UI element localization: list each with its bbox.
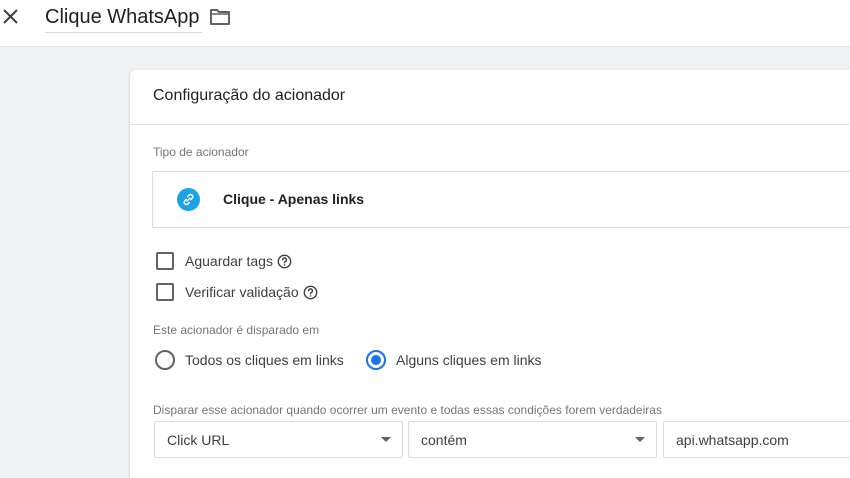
condition-label: Disparar esse acionador quando ocorrer u… [153, 403, 662, 417]
card-title: Configuração do acionador [153, 87, 346, 104]
dropdown-arrow-icon [635, 437, 645, 442]
wait-tags-label: Aguardar tags [185, 253, 273, 269]
trigger-name: Clique WhatsApp [45, 6, 200, 28]
dropdown-arrow-icon [381, 437, 391, 442]
variable-select[interactable]: Click URL [154, 421, 403, 458]
variable-select-value: Click URL [167, 432, 230, 448]
fires-on-label: Este acionador é disparado em [153, 323, 320, 337]
wait-tags-checkbox[interactable] [156, 252, 174, 270]
operator-select-value: contém [421, 432, 467, 448]
operator-select[interactable]: contém [408, 421, 657, 458]
trigger-type-value: Clique - Apenas links [223, 191, 365, 207]
condition-value-input[interactable] [663, 421, 850, 458]
trigger-type-selector[interactable]: Clique - Apenas links [152, 171, 850, 228]
radio-all-clicks-label: Todos os cliques em links [185, 352, 344, 368]
folder-button[interactable] [208, 6, 232, 28]
close-icon [3, 9, 18, 24]
radio-some-clicks-label: Alguns cliques em links [396, 352, 542, 368]
card-header: Configuração do acionador [130, 70, 850, 125]
radio-all-clicks[interactable] [155, 350, 175, 370]
help-icon[interactable] [277, 254, 292, 269]
top-bar: Clique WhatsApp [0, 0, 850, 47]
trigger-config-card: Configuração do acionador Tipo de aciona… [130, 70, 850, 478]
folder-icon [210, 9, 230, 25]
trigger-name-field[interactable]: Clique WhatsApp [45, 3, 202, 33]
check-validation-option: Verificar validação [156, 283, 376, 303]
radio-all-clicks-option: Todos os cliques em links [155, 350, 355, 372]
close-button[interactable] [0, 6, 22, 28]
trigger-type-label: Tipo de acionador [153, 145, 249, 159]
check-validation-checkbox[interactable] [156, 283, 174, 301]
radio-some-clicks-option: Alguns cliques em links [366, 350, 556, 372]
check-validation-label: Verificar validação [185, 284, 299, 300]
radio-some-clicks[interactable] [366, 350, 386, 370]
wait-tags-option: Aguardar tags [156, 252, 356, 272]
help-icon[interactable] [303, 285, 318, 300]
link-icon [177, 188, 200, 211]
